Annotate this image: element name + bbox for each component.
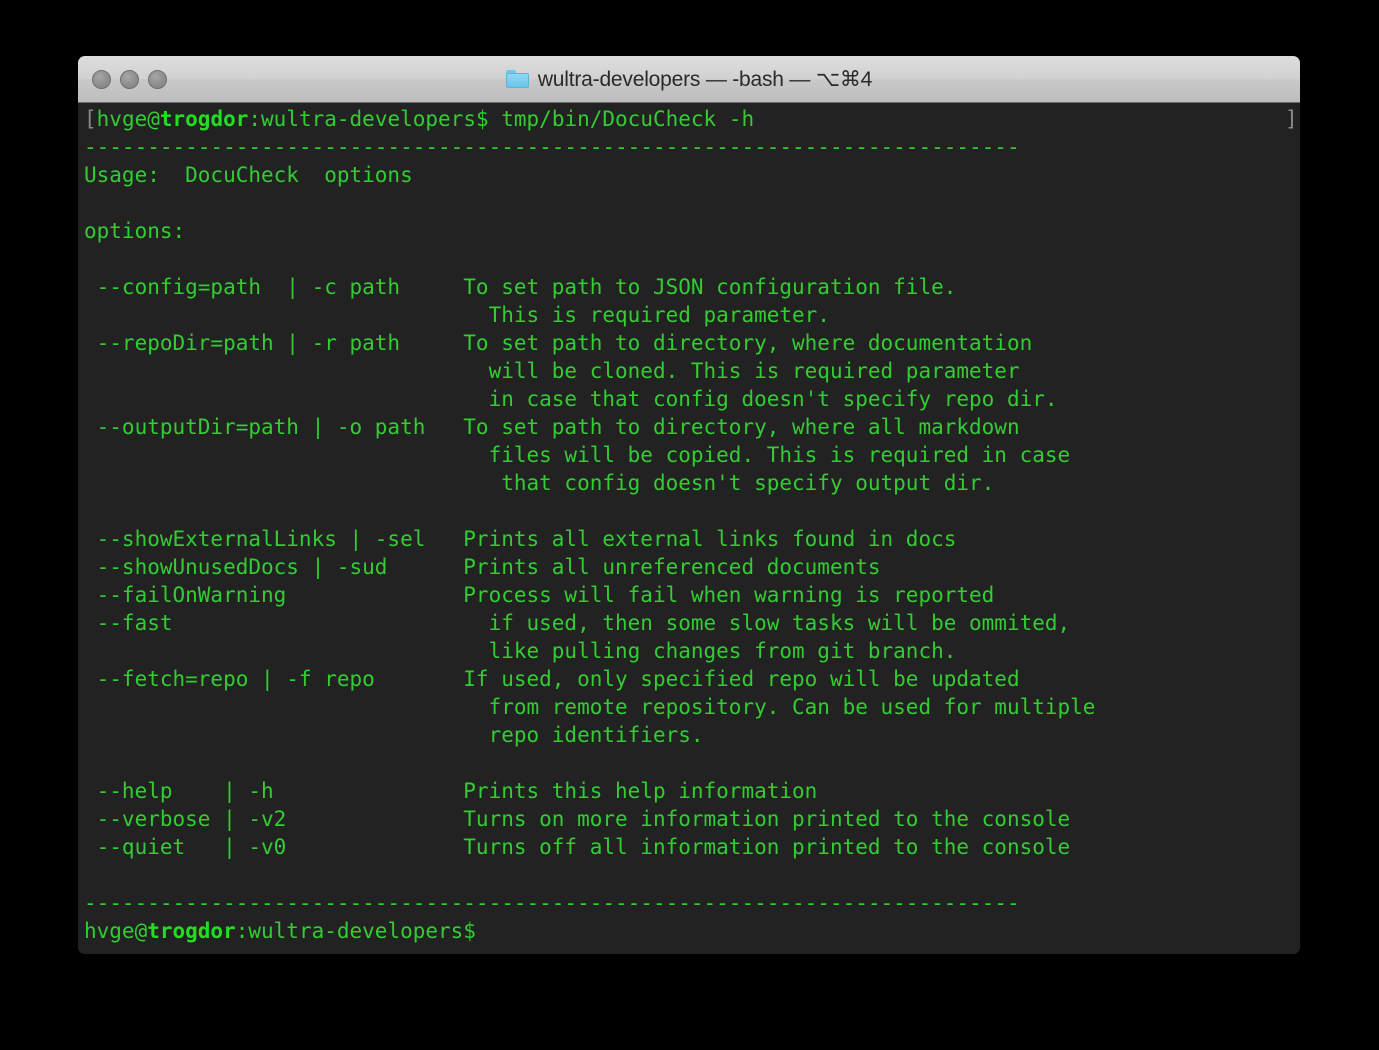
line-end-bracket: ] [1285, 107, 1298, 131]
terminal-line: --quiet | -v0 Turns off all information … [84, 835, 1071, 859]
window-controls [92, 56, 167, 103]
terminal-line: --repoDir=path | -r path To set path to … [84, 331, 1033, 355]
close-button[interactable] [92, 70, 111, 89]
window-title: wultra-developers — -bash — ⌥⌘4 [537, 67, 873, 91]
terminal-line: repo identifiers. [84, 723, 704, 747]
terminal-line: like pulling changes from git branch. [84, 639, 957, 663]
terminal-command-line: [hvge@trogdor:wultra-developers$ tmp/bin… [84, 107, 755, 131]
zoom-button[interactable] [148, 70, 167, 89]
terminal-line: --fetch=repo | -f repo If used, only spe… [84, 667, 1020, 691]
terminal-line: This is required parameter. [84, 303, 830, 327]
terminal-line: files will be copied. This is required i… [84, 443, 1071, 467]
terminal-line: that config doesn't specify output dir. [84, 471, 995, 495]
terminal-window: wultra-developers — -bash — ⌥⌘4 [hvge@tr… [78, 56, 1300, 954]
terminal-line: --config=path | -c path To set path to J… [84, 275, 957, 299]
folder-icon [505, 70, 529, 88]
terminal-line: --failOnWarning Process will fail when w… [84, 583, 995, 607]
terminal-line: --outputDir=path | -o path To set path t… [84, 415, 1020, 439]
terminal-line: ----------------------------------------… [84, 135, 1020, 159]
window-titlebar[interactable]: wultra-developers — -bash — ⌥⌘4 [78, 56, 1300, 103]
terminal-line: --help | -h Prints this help information [84, 779, 818, 803]
terminal-output-area[interactable]: [hvge@trogdor:wultra-developers$ tmp/bin… [78, 103, 1300, 954]
terminal-line: in case that config doesn't specify repo… [84, 387, 1058, 411]
terminal-line: ----------------------------------------… [84, 891, 1020, 915]
terminal-line: from remote repository. Can be used for … [84, 695, 1096, 719]
title-center-group: wultra-developers — -bash — ⌥⌘4 [78, 56, 1300, 103]
minimize-button[interactable] [120, 70, 139, 89]
terminal-line: Usage: DocuCheck options [84, 163, 413, 187]
terminal-text: [hvge@trogdor:wultra-developers$ tmp/bin… [84, 105, 1095, 945]
terminal-line: --verbose | -v2 Turns on more informatio… [84, 807, 1071, 831]
terminal-line: options: [84, 219, 186, 243]
terminal-line: --fast if used, then some slow tasks wil… [84, 611, 1071, 635]
desktop-background: wultra-developers — -bash — ⌥⌘4 [hvge@tr… [0, 0, 1379, 1050]
terminal-line: will be cloned. This is required paramet… [84, 359, 1020, 383]
terminal-line: --showExternalLinks | -sel Prints all ex… [84, 527, 957, 551]
terminal-line: --showUnusedDocs | -sud Prints all unref… [84, 555, 881, 579]
terminal-prompt-line: hvge@trogdor:wultra-developers$ [84, 919, 476, 943]
